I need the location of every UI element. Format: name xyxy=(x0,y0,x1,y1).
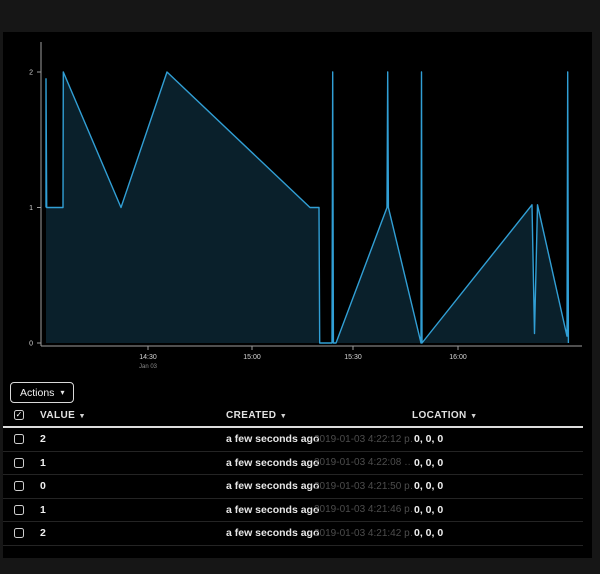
column-header-location[interactable]: LOCATION ▾ xyxy=(412,410,583,421)
select-all-checkbox[interactable]: ✓ xyxy=(14,410,24,420)
created-timestamp-cell: 2019-01-03 4:21:46 p… xyxy=(314,504,412,515)
value-cell: 2 xyxy=(40,527,226,539)
svg-text:16:00: 16:00 xyxy=(449,354,467,361)
row-checkbox[interactable] xyxy=(14,528,24,538)
column-header-value[interactable]: VALUE ▾ xyxy=(40,410,226,421)
svg-text:15:00: 15:00 xyxy=(243,354,261,361)
sort-caret-icon: ▾ xyxy=(80,411,84,420)
actions-button-label: Actions xyxy=(20,387,54,399)
value-cell: 1 xyxy=(40,457,226,469)
sort-caret-icon: ▾ xyxy=(281,411,285,420)
table-row[interactable]: 2 a few seconds ago 2019-01-03 4:22:12 p… xyxy=(3,428,583,452)
location-cell: 0, 0, 0 xyxy=(412,504,583,516)
location-cell: 0, 0, 0 xyxy=(412,433,583,445)
column-header-created[interactable]: CREATED ▾ xyxy=(226,410,412,421)
dashboard-panel: 21014:30Jan 0315:0015:3016:00 Actions ▾ … xyxy=(3,32,592,558)
svg-text:14:30: 14:30 xyxy=(139,354,157,361)
created-relative-cell: a few seconds ago xyxy=(226,527,314,539)
created-timestamp-cell: 2019-01-03 4:21:42 p… xyxy=(314,528,412,539)
timeseries-chart: 2 1 0 14:30 Jan 03 15:00 15:30 16:00 xyxy=(8,32,592,372)
row-checkbox[interactable] xyxy=(14,458,24,468)
table-row[interactable]: 1 a few seconds ago 2019-01-03 4:22:08 …… xyxy=(3,452,583,476)
area-fill xyxy=(46,72,568,343)
created-timestamp-cell: 2019-01-03 4:21:50 p… xyxy=(314,481,412,492)
created-relative-cell: a few seconds ago xyxy=(226,457,314,469)
svg-text:Jan 03: Jan 03 xyxy=(139,364,158,370)
table-row[interactable]: 1 a few seconds ago 2019-01-03 4:21:46 p… xyxy=(3,499,583,523)
table-header-row: ✓ VALUE ▾ CREATED ▾ LOCATION ▾ xyxy=(3,404,583,428)
device-data-table: ✓ VALUE ▾ CREATED ▾ LOCATION ▾ 2 a few s… xyxy=(3,404,583,546)
created-relative-cell: a few seconds ago xyxy=(226,433,314,445)
actions-button[interactable]: Actions ▾ xyxy=(10,382,74,403)
location-cell: 0, 0, 0 xyxy=(412,480,583,492)
created-relative-cell: a few seconds ago xyxy=(226,480,314,492)
table-body: 2 a few seconds ago 2019-01-03 4:22:12 p… xyxy=(3,428,583,546)
value-cell: 0 xyxy=(40,480,226,492)
row-checkbox[interactable] xyxy=(14,481,24,491)
table-row[interactable]: 0 a few seconds ago 2019-01-03 4:21:50 p… xyxy=(3,475,583,499)
location-cell: 0, 0, 0 xyxy=(412,527,583,539)
svg-text:0: 0 xyxy=(29,341,33,348)
value-cell: 2 xyxy=(40,433,226,445)
created-relative-cell: a few seconds ago xyxy=(226,504,314,516)
created-timestamp-cell: 2019-01-03 4:22:08 … xyxy=(314,457,412,468)
value-cell: 1 xyxy=(40,504,226,516)
row-checkbox[interactable] xyxy=(14,434,24,444)
chevron-down-icon: ▾ xyxy=(60,388,64,397)
svg-text:2: 2 xyxy=(29,70,33,77)
sort-caret-icon: ▾ xyxy=(472,411,476,420)
location-cell: 0, 0, 0 xyxy=(412,457,583,469)
svg-text:15:30: 15:30 xyxy=(344,354,362,361)
row-checkbox[interactable] xyxy=(14,505,24,515)
table-row[interactable]: 2 a few seconds ago 2019-01-03 4:21:42 p… xyxy=(3,522,583,546)
created-timestamp-cell: 2019-01-03 4:22:12 p… xyxy=(314,434,412,445)
svg-text:1: 1 xyxy=(29,205,33,212)
